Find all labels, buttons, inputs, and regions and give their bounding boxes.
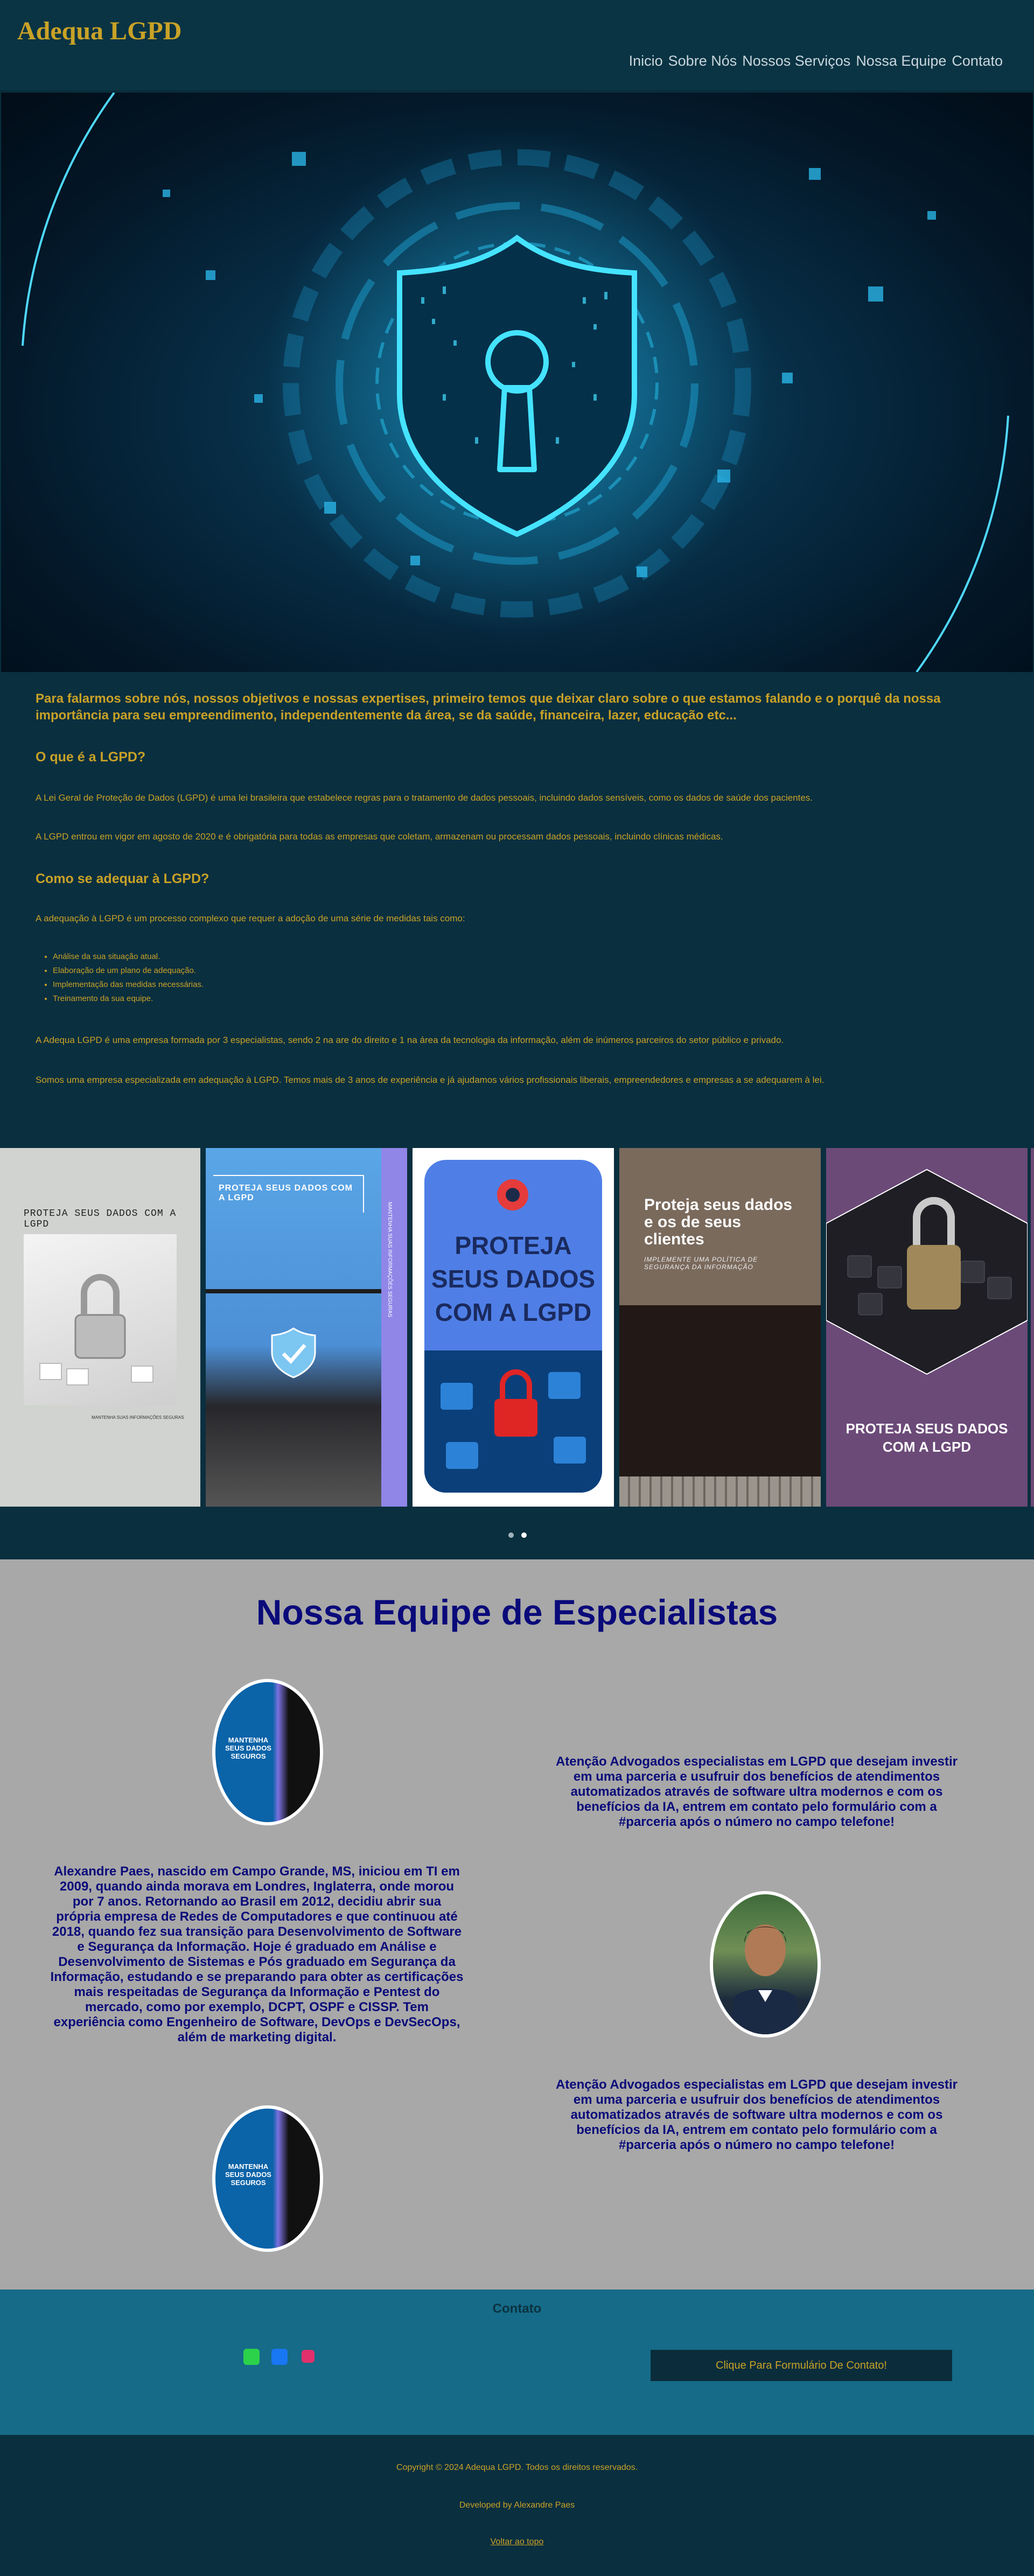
what-is-lgpd-p2: A LGPD entrou em vigor em agosto de 2020…	[36, 831, 723, 842]
back-to-top-link[interactable]: Voltar ao topo	[491, 2537, 544, 2546]
slide-1-caption: MANTENHA SUAS INFORMAÇÕES SEGURAS	[92, 1415, 184, 1420]
carousel-slide-4[interactable]: Proteja seus dados e os de seus clientes…	[619, 1148, 821, 1507]
nav-servicos[interactable]: Nossos Serviços	[742, 53, 850, 69]
nav-inicio[interactable]: Inicio	[629, 53, 663, 69]
padlock-keyboard-photo	[24, 1234, 177, 1405]
how-to-adapt-p: A adequação à LGPD é um processo complex…	[36, 913, 465, 923]
slide-2-side-text: MANTENHA SUAS INFORMAÇÕES SEGURAS	[387, 1202, 393, 1318]
slide-3-title: PROTEJA SEUS DADOS COM A LGPD	[431, 1231, 596, 1326]
alexandre-bio: Alexandre Paes, nascido em Campo Grande,…	[50, 1864, 464, 2045]
what-is-lgpd-p1: A Lei Geral de Proteção de Dados (LGPD) …	[36, 793, 813, 803]
image-carousel[interactable]: PROTEJA SEUS DADOS COM A LGPD MANTENHA S…	[0, 1148, 1034, 1507]
brand-logo[interactable]: Adequa LGPD	[17, 16, 181, 46]
main-nav: Inicio Sobre Nós Nossos Serviços Nossa E…	[629, 53, 1003, 69]
carousel-indicators	[508, 1532, 527, 1538]
team-section: Nossa Equipe de Especialistas MANTENHA S…	[0, 1559, 1034, 2290]
company-about-p2: Somos uma empresa especializada em adequ…	[36, 1075, 825, 1085]
carousel-slide-5[interactable]: PROTEJA SEUS DADOS COM A LGPD	[826, 1148, 1028, 1507]
slide-4-subtitle: IMPLEMENTE UMA POLÍTICA DE SEGURANÇA DA …	[644, 1256, 758, 1271]
slide-1-title: PROTEJA SEUS DADOS COM A LGPD	[24, 1208, 177, 1230]
padlock-keyboard-image	[826, 1168, 1028, 1375]
contact-title: Contato	[492, 2301, 542, 2316]
carousel-slide-1[interactable]: PROTEJA SEUS DADOS COM A LGPD MANTENHA S…	[0, 1148, 200, 1507]
badge-text: MANTENHA SEUS DADOS SEGUROS	[225, 1736, 271, 1760]
carousel-slide-3[interactable]: PROTEJA SEUS DADOS COM A LGPD	[413, 1148, 614, 1507]
carousel-dot-1[interactable]	[508, 1532, 514, 1538]
slide-5-title: PROTEJA SEUS DADOS COM A LGPD	[846, 1420, 1008, 1455]
list-item: Análise da sua situação atual.	[53, 950, 204, 964]
nav-contato[interactable]: Contato	[952, 53, 1003, 69]
hero-image	[1, 93, 1033, 672]
carousel-slide-2[interactable]: PROTEJA SEUS DADOS COM A LGPD MANTENHA S…	[206, 1148, 407, 1507]
whatsapp-icon[interactable]	[243, 2349, 260, 2365]
nav-sobre[interactable]: Sobre Nós	[668, 53, 737, 69]
alexandre-avatar	[710, 1891, 821, 2038]
partnership-callout-1: Atenção Advogados especialistas em LGPD …	[555, 1754, 958, 1829]
slide-4-title: Proteja seus dados e os de seus clientes	[644, 1196, 793, 1248]
contact-form-button[interactable]: Clique Para Formulário De Contato!	[651, 2350, 952, 2381]
nav-equipe[interactable]: Nossa Equipe	[856, 53, 946, 69]
padlocks-photo	[424, 1350, 602, 1493]
site-header: Adequa LGPD Inicio Sobre Nós Nossos Serv…	[0, 0, 1034, 92]
how-to-adapt-heading: Como se adequar à LGPD?	[36, 871, 209, 886]
person-portrait	[729, 1924, 801, 2034]
cyber-shield-illustration	[22, 93, 1009, 672]
company-about-p1: A Adequa LGPD é uma empresa formada por …	[36, 1035, 784, 1045]
adaptation-steps-list: Análise da sua situação atual. Elaboraçã…	[53, 950, 204, 1006]
intro-lead: Para falarmos sobre nós, nossos objetivo…	[36, 691, 941, 723]
list-item: Elaboração de um plano de adequação.	[53, 964, 204, 978]
shield-check-icon	[271, 1327, 316, 1378]
carousel-dot-2[interactable]	[521, 1532, 527, 1538]
list-item: Implementação das medidas necessárias.	[53, 978, 204, 992]
developer-credit: Developed by Alexandre Paes	[459, 2501, 575, 2510]
team-badge-1: MANTENHA SEUS DADOS SEGUROS	[212, 1679, 323, 1825]
instagram-icon[interactable]	[302, 2350, 315, 2363]
list-item: Treinamento da sua equipe.	[53, 992, 204, 1006]
site-footer: Copyright © 2024 Adequa LGPD. Todos os d…	[0, 2435, 1034, 2576]
team-title: Nossa Equipe de Especialistas	[256, 1592, 778, 1632]
facebook-icon[interactable]	[271, 2349, 288, 2365]
what-is-lgpd-heading: O que é a LGPD?	[36, 750, 146, 765]
carousel-slide-6-edge	[1031, 1148, 1034, 1507]
badge-text: MANTENHA SEUS DADOS SEGUROS	[225, 2162, 271, 2187]
copyright-text: Copyright © 2024 Adequa LGPD. Todos os d…	[396, 2463, 638, 2472]
contact-section: Contato Clique Para Formulário De Contat…	[0, 2290, 1034, 2435]
team-badge-2: MANTENHA SEUS DADOS SEGUROS	[212, 2105, 323, 2252]
about-section: Para falarmos sobre nós, nossos objetivo…	[36, 690, 1000, 1085]
partnership-callout-2: Atenção Advogados especialistas em LGPD …	[555, 2077, 958, 2152]
slide-2-title: PROTEJA SEUS DADOS COM A LGPD	[219, 1184, 353, 1202]
